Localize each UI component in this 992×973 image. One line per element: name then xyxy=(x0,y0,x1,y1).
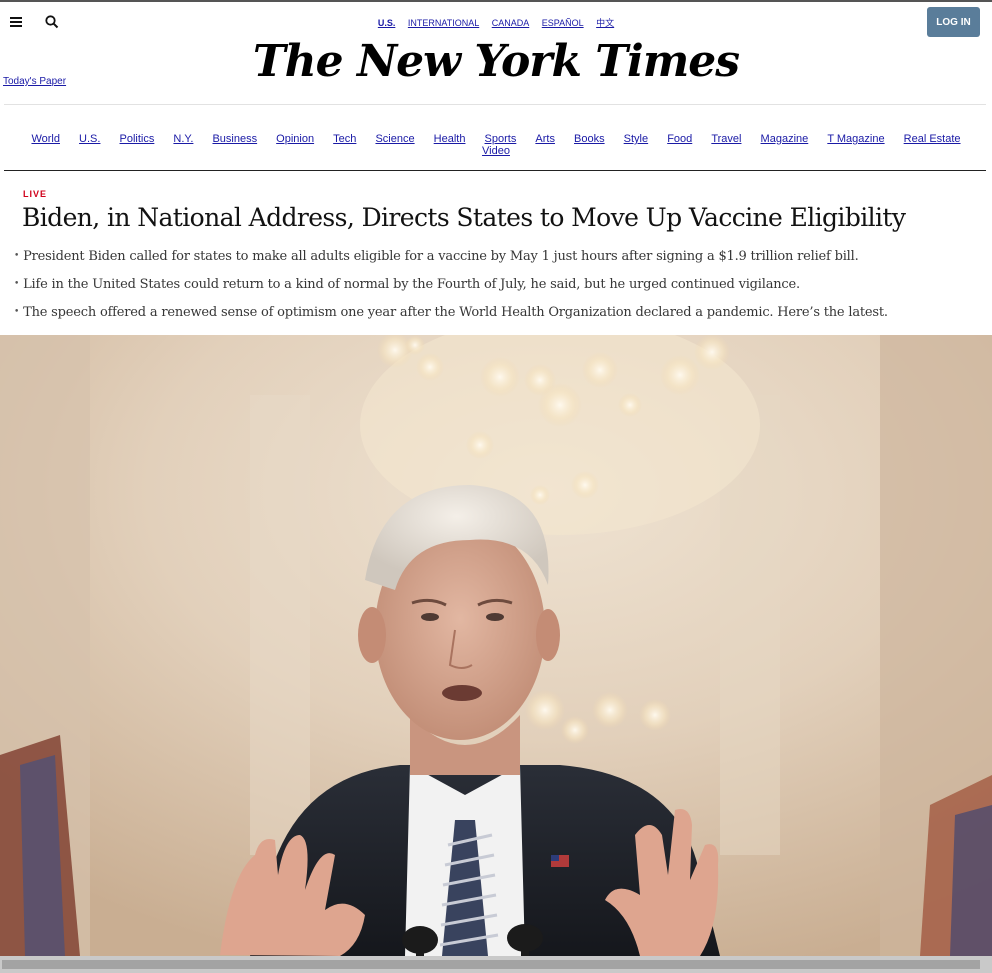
story-headline[interactable]: Biden, in National Address, Directs Stat… xyxy=(22,203,906,232)
summary-bullet: Life in the United States could return t… xyxy=(14,274,888,302)
edition-link-us[interactable]: U.S. xyxy=(378,18,396,28)
edition-link-canada[interactable]: CANADA xyxy=(492,18,530,28)
nav-link-world[interactable]: World xyxy=(31,133,60,145)
nav-link-business[interactable]: Business xyxy=(212,133,257,145)
nav-link-arts[interactable]: Arts xyxy=(535,133,555,145)
nav-link-ny[interactable]: N.Y. xyxy=(173,133,193,145)
nav-link-science[interactable]: Science xyxy=(375,133,414,145)
nav-link-style[interactable]: Style xyxy=(624,133,648,145)
live-badge: LIVE xyxy=(23,189,48,199)
nav-link-t-magazine[interactable]: T Magazine xyxy=(827,133,884,145)
nav-link-tech[interactable]: Tech xyxy=(333,133,356,145)
nav-divider xyxy=(4,170,986,171)
horizontal-scrollbar[interactable] xyxy=(0,956,992,973)
nav-link-real-estate[interactable]: Real Estate xyxy=(904,133,961,145)
nav-link-food[interactable]: Food xyxy=(667,133,692,145)
hero-photo-illustration xyxy=(0,335,992,956)
edition-links: U.S. INTERNATIONAL CANADA ESPAÑOL 中文 xyxy=(0,16,992,29)
header-divider xyxy=(4,104,986,105)
edition-link-chinese[interactable]: 中文 xyxy=(596,18,614,28)
nav-link-sports[interactable]: Sports xyxy=(485,133,517,145)
nav-link-magazine[interactable]: Magazine xyxy=(761,133,809,145)
nav-link-us[interactable]: U.S. xyxy=(79,133,100,145)
scrollbar-thumb[interactable] xyxy=(2,960,980,969)
summary-bullet: The speech offered a renewed sense of op… xyxy=(14,302,888,330)
edition-link-espanol[interactable]: ESPAÑOL xyxy=(542,18,584,28)
masthead-logo[interactable]: The New York Times xyxy=(0,36,992,87)
top-border xyxy=(0,0,992,2)
nav-link-health[interactable]: Health xyxy=(434,133,466,145)
nav-link-books[interactable]: Books xyxy=(574,133,605,145)
nav-link-video[interactable]: Video xyxy=(482,145,510,157)
hero-photo[interactable] xyxy=(0,335,992,956)
summary-bullet: President Biden called for states to mak… xyxy=(14,246,888,274)
nav-link-opinion[interactable]: Opinion xyxy=(276,133,314,145)
edition-link-international[interactable]: INTERNATIONAL xyxy=(408,18,479,28)
nav-link-politics[interactable]: Politics xyxy=(120,133,155,145)
section-nav: World U.S. Politics N.Y. Business Opinio… xyxy=(0,133,992,157)
nav-link-travel[interactable]: Travel xyxy=(711,133,741,145)
story-summary-list: President Biden called for states to mak… xyxy=(14,246,888,330)
login-button[interactable]: LOG IN xyxy=(927,7,980,37)
